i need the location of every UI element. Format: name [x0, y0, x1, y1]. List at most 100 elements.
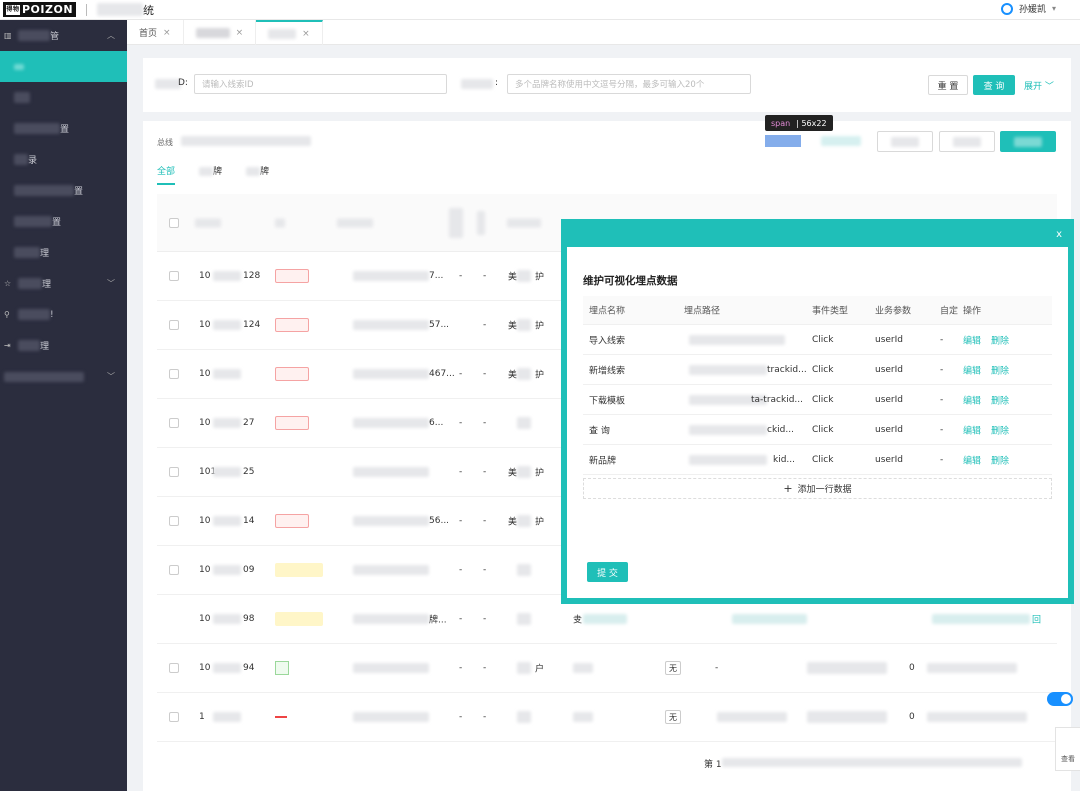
row-brand: 美 [508, 468, 518, 479]
tracking-points-modal: x 维护可视化埋点数据 埋点名称 埋点路径 事件类型 业务参数 自定 操作 导入… [561, 219, 1074, 604]
sidebar-item-active[interactable] [0, 51, 127, 82]
edit-link[interactable]: 编辑 [963, 363, 981, 376]
row-id-blurred [213, 516, 241, 526]
toggle-switch[interactable] [1047, 692, 1073, 706]
plus-icon: + [783, 482, 793, 495]
sidebar-group-5[interactable]: ﹀ [0, 361, 127, 392]
sub-tab-3[interactable]: 牌 [246, 164, 269, 185]
button-label-blurred [1014, 136, 1042, 147]
clue-id-input[interactable]: 请输入线索ID [194, 74, 447, 94]
action-button-2[interactable] [939, 131, 995, 152]
tab-home[interactable]: 首页 × [127, 20, 184, 45]
row-link[interactable]: 回 [1032, 613, 1041, 626]
sidebar-label-blurred [4, 371, 84, 382]
row-brand-blurred [517, 270, 531, 282]
row-col-b: - [483, 320, 487, 330]
row-checkbox[interactable] [169, 663, 179, 673]
row-col-a: - [459, 418, 463, 428]
sidebar-group-4[interactable]: ⇥ 理 [0, 330, 127, 361]
query-button[interactable]: 查 询 [973, 75, 1015, 95]
delete-link[interactable]: 删除 [991, 333, 1009, 346]
row-checkbox[interactable] [169, 467, 179, 477]
row-checkbox[interactable] [169, 418, 179, 428]
add-row-button[interactable]: + 添加一行数据 [583, 478, 1052, 499]
row-id-start: 10 [199, 369, 211, 379]
sidebar-item-5[interactable]: 置 [0, 175, 127, 206]
user-menu[interactable]: 孙媛凯 ▾ [1000, 2, 1056, 15]
custom-value: - [940, 364, 944, 375]
delete-link[interactable]: 删除 [991, 453, 1009, 466]
modal-table-header: 埋点名称 埋点路径 事件类型 业务参数 自定 操作 [583, 296, 1052, 325]
sidebar-group-1[interactable]: ▥ 管 ︿ [0, 20, 127, 51]
action-button-primary[interactable] [1000, 131, 1056, 152]
row-col-a: - [459, 467, 463, 477]
sidebar-item-7[interactable]: 理 [0, 237, 127, 268]
chevron-down-icon: ﹀ [1044, 82, 1054, 92]
summary-prefix: 总线 [157, 138, 173, 147]
tab-2[interactable]: × [184, 20, 257, 45]
reset-button[interactable]: 重 置 [928, 75, 968, 95]
row-checkbox[interactable] [169, 565, 179, 575]
row-checkbox[interactable] [169, 271, 179, 281]
row-brand-blurred [517, 417, 531, 429]
business-param: userId [875, 334, 903, 345]
modal-header: x [567, 225, 1068, 247]
edit-link[interactable]: 编辑 [963, 393, 981, 406]
close-icon[interactable]: × [236, 28, 244, 38]
point-path: kid... [773, 454, 796, 465]
delete-link[interactable]: 删除 [991, 393, 1009, 406]
row-category: 护 [535, 272, 545, 283]
app-title-suffix: 统 [143, 3, 155, 17]
status-tag [275, 269, 309, 283]
edit-link[interactable]: 编辑 [963, 333, 981, 346]
point-name: 下载模板 [589, 396, 626, 406]
sidebar-group-3[interactable]: ⚲ ! [0, 299, 127, 330]
expand-toggle[interactable]: 展开 ﹀ [1024, 79, 1054, 92]
column-header-blurred [275, 218, 285, 227]
column-header-blurred [477, 210, 485, 235]
user-avatar-icon [1000, 2, 1013, 15]
edit-link[interactable]: 编辑 [963, 423, 981, 436]
sidebar-label-blurred [14, 185, 74, 196]
row-checkbox[interactable] [169, 369, 179, 379]
column-header: 操作 [963, 306, 982, 317]
delete-link[interactable]: 删除 [991, 363, 1009, 376]
close-icon[interactable]: × [302, 29, 310, 39]
sidebar-item-2[interactable] [0, 82, 127, 113]
row-id-blurred [213, 271, 241, 281]
action-button-1[interactable] [877, 131, 933, 152]
summary-blurred [181, 136, 311, 146]
sub-tab-2[interactable]: 牌 [199, 164, 222, 185]
sidebar-item-6[interactable]: 置 [0, 206, 127, 237]
brand-input[interactable]: 多个品牌名称使用中文逗号分隔，最多可输入20个 [507, 74, 751, 94]
point-name: 新品牌 [589, 456, 617, 466]
delete-link[interactable]: 删除 [991, 423, 1009, 436]
submit-button[interactable]: 提 交 [587, 562, 628, 582]
inspect-tag: span [771, 118, 791, 128]
sidebar-item-3[interactable]: 置 [0, 113, 127, 144]
sidebar-label-blurred [14, 216, 52, 227]
business-param: userId [875, 424, 903, 435]
floating-view-card[interactable]: 查看 [1055, 727, 1080, 771]
row-checkbox[interactable] [169, 320, 179, 330]
row-blurred [807, 711, 887, 723]
close-icon[interactable]: x [1056, 229, 1062, 240]
sidebar-label-blurred [14, 123, 60, 134]
point-path: ckid... [767, 424, 794, 435]
sidebar-item-4[interactable]: 录 [0, 144, 127, 175]
tracking-point-row: 下载模板 ta-trackid... Click userId - 编辑 删除 [583, 385, 1052, 415]
row-checkbox[interactable] [169, 516, 179, 526]
app-logo[interactable]: 得物 POIZON 统 [3, 1, 154, 18]
edit-link[interactable]: 编辑 [963, 453, 981, 466]
tab-3-active[interactable]: × [256, 20, 323, 45]
sub-tab-all[interactable]: 全部 [157, 164, 176, 185]
row-checkbox[interactable] [169, 712, 179, 722]
row-name-tail: 56... [429, 516, 450, 526]
select-all-checkbox[interactable] [169, 217, 179, 228]
column-header: 自定 [940, 306, 959, 317]
close-icon[interactable]: × [163, 28, 171, 38]
button-label-blurred [953, 136, 981, 147]
sidebar-group-2[interactable]: ☆ 理 ﹀ [0, 268, 127, 299]
pager-text: 第 1 [704, 760, 722, 770]
row-dash: - [715, 663, 719, 673]
